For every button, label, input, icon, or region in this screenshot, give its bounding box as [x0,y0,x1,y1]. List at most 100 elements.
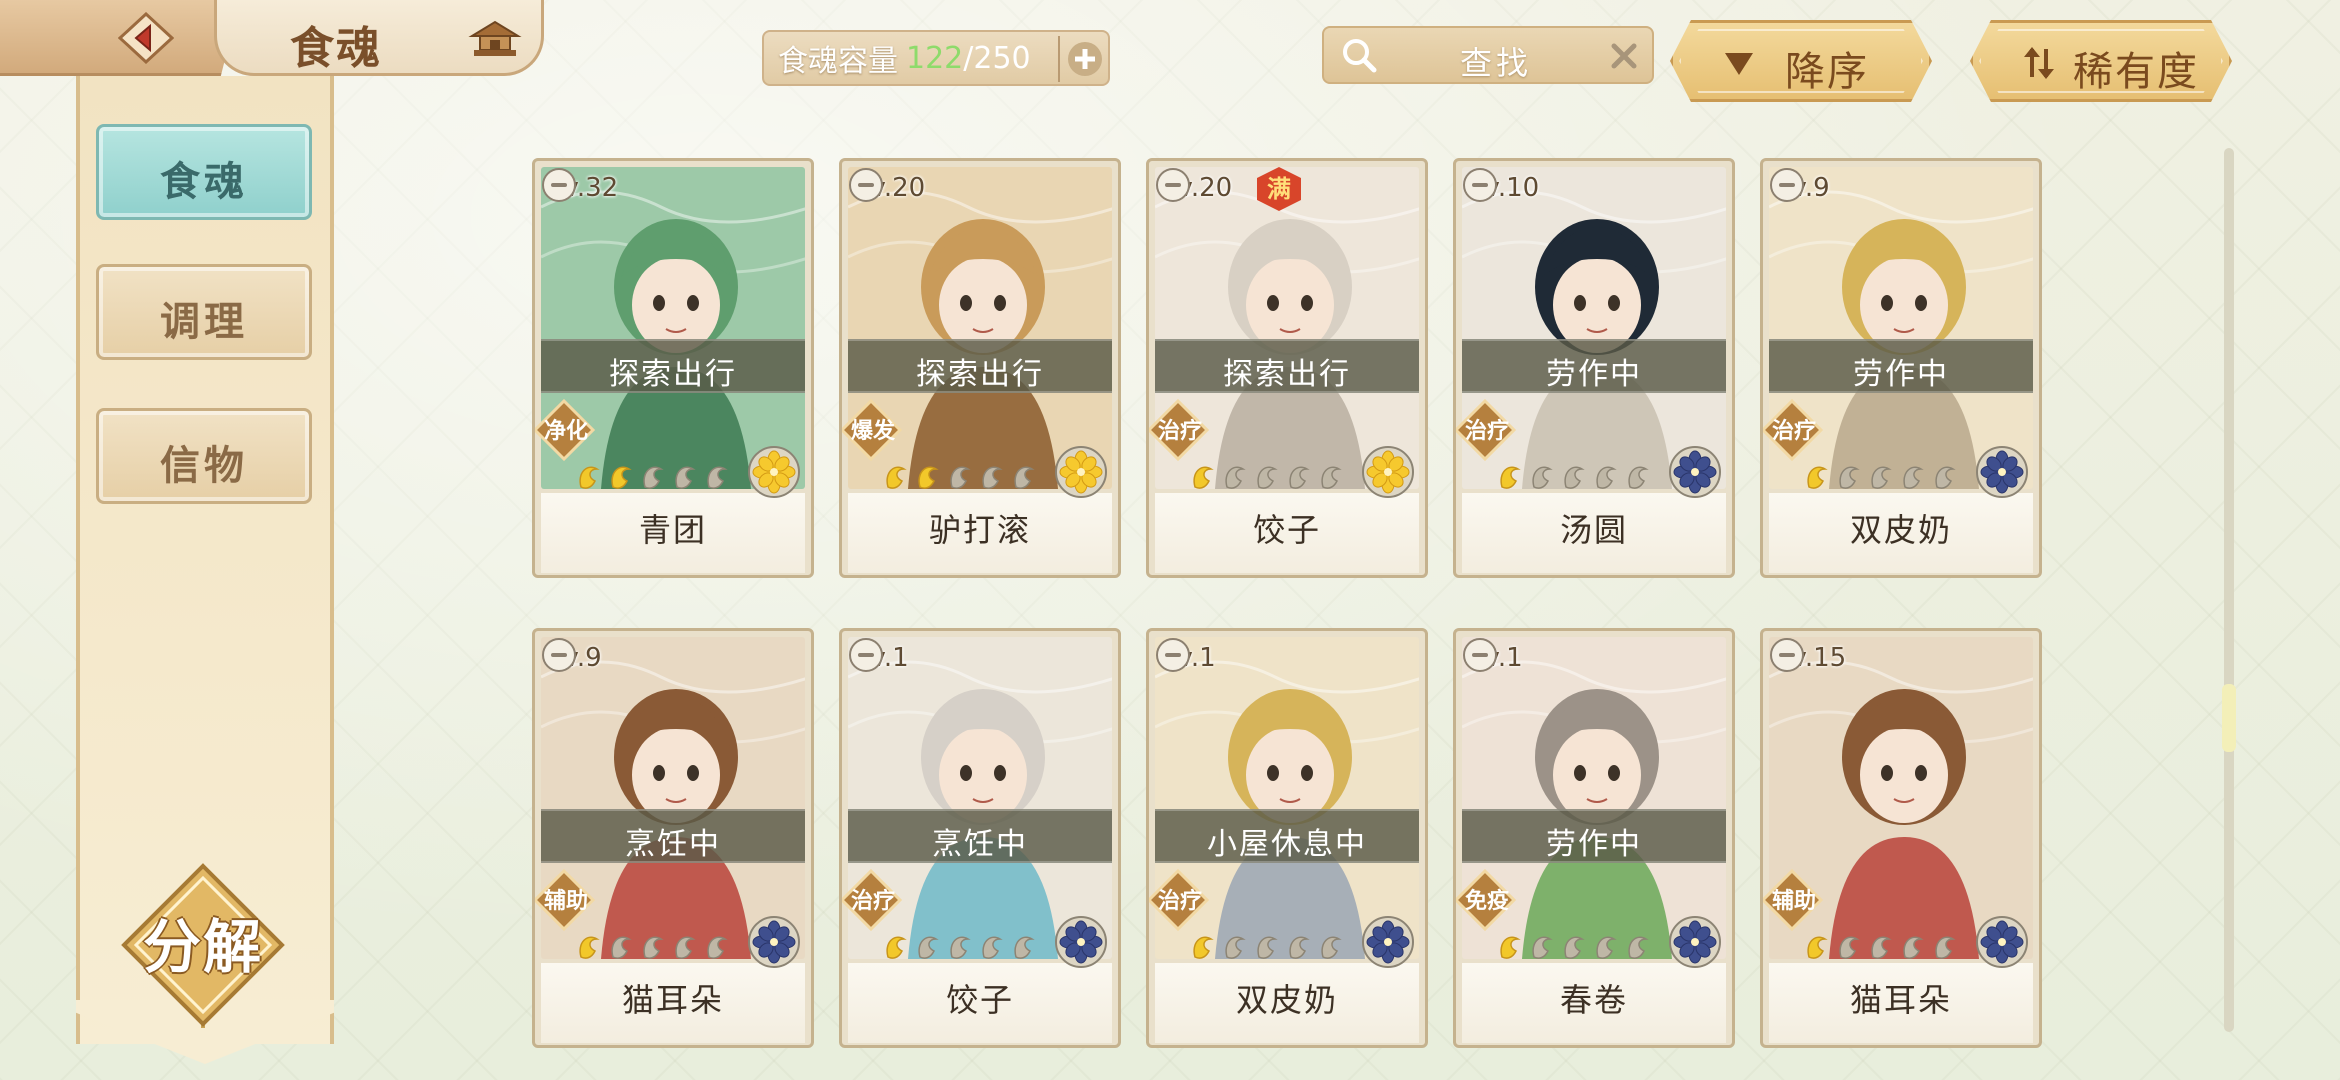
rarity-stars-icon [1193,466,1342,489]
card-status: 探索出行 [1223,357,1351,392]
card-name: 饺子 [945,981,1014,1019]
card-status: 烹饪中 [932,827,1028,862]
food-soul-card[interactable]: Lv.10 劳作中 治疗 汤圆 [1453,158,1735,578]
status-bar: 探索出行 [541,339,805,393]
tab-label: 食魂 [160,159,248,205]
back-arrow-icon[interactable] [118,12,174,64]
food-soul-card[interactable]: Lv.9 烹饪中 辅助 [532,628,814,1048]
yellow-flower-icon [748,446,800,498]
search-input[interactable]: 查找 [1322,26,1654,84]
card-name: 驴打滚 [928,511,1031,549]
card-name: 春卷 [1559,981,1628,1019]
add-capacity-button[interactable] [1058,36,1104,82]
card-status: 探索出行 [916,357,1044,392]
pavilion-icon[interactable] [468,18,522,60]
status-bar: 烹饪中 [541,809,805,863]
card-role: 免疫 [1464,889,1509,914]
capacity-label: 食魂容量 [778,44,898,79]
swap-arrows-icon [2024,47,2054,79]
sort-by-button[interactable]: 稀有度 [1970,20,2232,102]
bowl-icon [1463,638,1497,672]
bowl-icon [1770,168,1804,202]
clear-search-icon[interactable] [1608,40,1640,72]
card-status: 劳作中 [1546,827,1642,862]
card-status: 劳作中 [1546,357,1642,392]
food-soul-card[interactable]: Lv.20 满 探索出行 治疗 饺子 [1146,158,1428,578]
capacity-current: 122 [906,40,964,76]
bowl-icon [1156,168,1190,202]
card-role: 净化 [543,419,588,444]
scrollbar-thumb[interactable] [2222,684,2236,752]
food-soul-card[interactable]: Lv.20 探索出行 爆发 驴打滚 [839,158,1121,578]
blue-flower-icon [1362,916,1414,968]
food-soul-card[interactable]: Lv.1 小屋休息中 治疗 [1146,628,1428,1048]
status-bar: 探索出行 [1155,339,1419,393]
card-role: 治疗 [1157,419,1202,444]
bowl-icon [849,168,883,202]
card-role: 辅助 [1771,889,1816,914]
status-bar: 烹饪中 [848,809,1112,863]
card-name: 双皮奶 [1235,981,1338,1019]
card-name: 猫耳朵 [621,981,724,1019]
search-placeholder: 查找 [1460,44,1533,82]
card-name: 双皮奶 [1849,511,1952,549]
card-role: 治疗 [1464,419,1509,444]
card-role: 治疗 [850,889,895,914]
capacity-separator: / [963,40,974,76]
capacity-max: 250 [973,40,1031,76]
food-soul-card[interactable]: Lv.32 探索出行 净化 青团 [532,158,814,578]
sort-order-button[interactable]: 降序 [1670,20,1932,102]
scrollbar-track[interactable] [2224,148,2234,1032]
sort-by-label: 稀有度 [2073,49,2199,95]
blue-flower-icon [748,916,800,968]
blue-flower-icon [1976,916,2028,968]
rarity-stars-icon [1807,936,1956,959]
card-role: 爆发 [850,419,895,444]
bowl-icon [1770,638,1804,672]
capacity-display: 食魂容量 122 / 250 [762,30,1110,86]
tab-tokens[interactable]: 信物 [96,408,312,504]
blue-flower-icon [1669,916,1721,968]
descending-triangle-icon [1725,53,1753,75]
card-name: 饺子 [1252,511,1321,549]
card-status: 探索出行 [609,357,737,392]
tab-recipes[interactable]: 调理 [96,264,312,360]
card-name: 猫耳朵 [1849,981,1952,1019]
food-soul-card[interactable]: Lv.9 劳作中 治疗 [1760,158,2042,578]
yellow-flower-icon [1362,446,1414,498]
card-role: 治疗 [1771,419,1816,444]
food-soul-card[interactable]: Lv.1 烹饪中 治疗 [839,628,1121,1048]
rarity-stars-icon [579,936,728,959]
bowl-icon [542,168,576,202]
food-soul-card[interactable]: Lv.15 辅助 猫耳朵 [1760,628,2042,1048]
rarity-stars-icon [1193,936,1342,959]
bowl-icon [1156,638,1190,672]
page-title: 食魂 [290,23,382,74]
card-status: 小屋休息中 [1207,827,1367,862]
card-role: 辅助 [543,889,588,914]
rarity-stars-icon [886,466,1035,489]
card-name: 青团 [638,511,707,549]
food-soul-card[interactable]: Lv.1 劳作中 免疫 [1453,628,1735,1048]
yellow-flower-icon [1055,446,1107,498]
tab-food-souls[interactable]: 食魂 [96,124,312,220]
blue-flower-icon [1669,446,1721,498]
plus-icon [1068,42,1102,76]
blue-flower-icon [1055,916,1107,968]
rarity-stars-icon [579,466,728,489]
status-bar: 劳作中 [1462,339,1726,393]
status-bar: 探索出行 [848,339,1112,393]
search-icon [1343,39,1377,73]
status-bar: 劳作中 [1769,339,2033,393]
rarity-stars-icon [1500,466,1649,489]
rarity-stars-icon [1807,466,1956,489]
card-status: 劳作中 [1853,357,1949,392]
status-bar: 小屋休息中 [1155,809,1419,863]
bowl-icon [1463,168,1497,202]
card-status: 烹饪中 [625,827,721,862]
blue-flower-icon [1976,446,2028,498]
rarity-stars-icon [1500,936,1649,959]
rarity-stars-icon [886,936,1035,959]
card-name: 汤圆 [1559,511,1628,549]
card-role: 治疗 [1157,889,1202,914]
